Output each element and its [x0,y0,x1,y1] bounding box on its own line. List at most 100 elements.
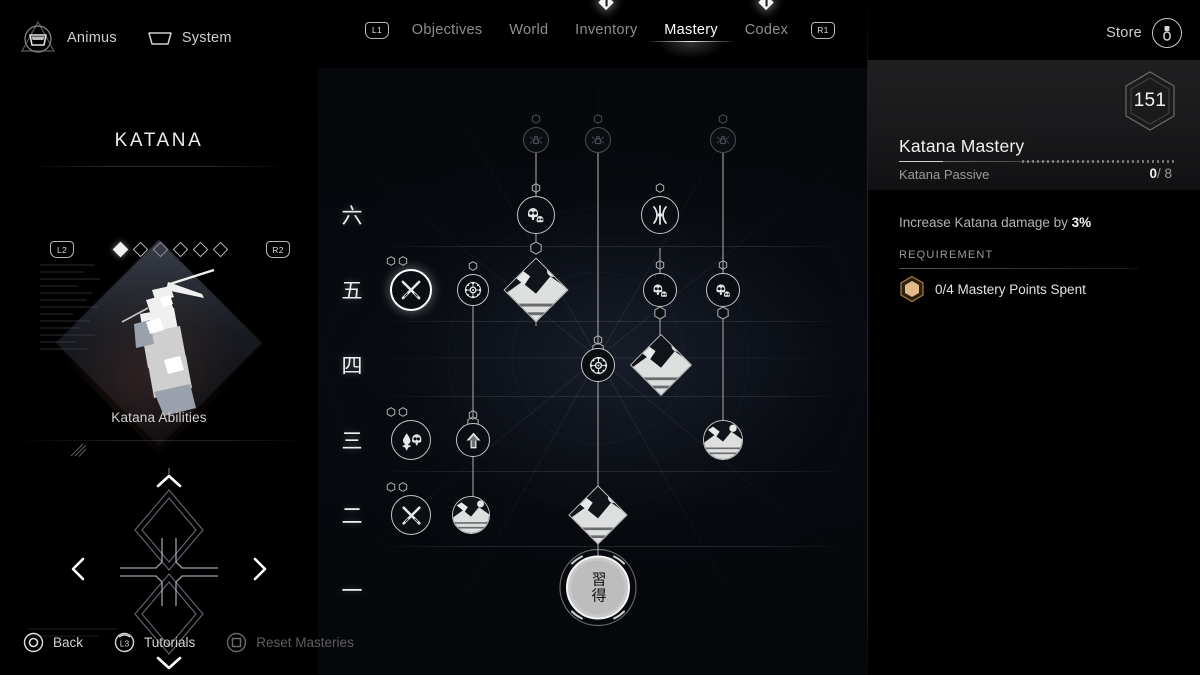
mastery-tree-area[interactable]: 六 五 四 三 二 一 習得 [318,68,868,675]
weapon-title-divider [28,166,290,167]
animus-logo-icon [18,18,58,58]
store-icon[interactable] [1152,18,1182,48]
weapon-title: KATANA [114,130,204,151]
skulls-icon [524,203,548,227]
mastery-node-n-r4-c3[interactable] [643,273,677,307]
prev-weapon-button[interactable] [68,556,88,582]
weapon-hero-art [55,239,263,447]
tab-new-marker-icon [598,0,615,11]
weapon-page-pip-6[interactable] [212,241,228,258]
square-button-icon [225,631,247,653]
animus-menu-item[interactable]: Animus [18,18,117,58]
node-cost-pips [655,257,665,270]
trigger-r2[interactable]: R2 [266,241,290,258]
mastery-node-n-r5-c3[interactable] [641,196,679,234]
node-frame [391,495,431,535]
ability-art-icon [629,333,693,397]
node-frame [568,485,628,545]
cost-hex-icon [386,404,396,417]
node-cost-pips [593,332,603,345]
trigger-l2[interactable]: L2 [50,241,74,258]
mastery-node-n-r6-c3[interactable] [710,127,736,153]
back-action[interactable]: Back [22,631,83,653]
detail-description-value: 3% [1071,215,1092,230]
mastery-root-node[interactable]: 習得 [558,548,638,633]
skulls-icon [713,280,734,301]
tab-inventory-label: Inventory [575,22,638,38]
weapon-page-pip-1[interactable] [112,241,128,258]
samurai-figure-icon [121,268,215,416]
tutorials-action[interactable]: L3 Tutorials [113,631,195,653]
cost-hex-icon [718,111,728,124]
tab-mastery[interactable]: Mastery [646,21,736,58]
root-node-kanji: 習得 [589,571,608,604]
l3-stick-icon: L3 [113,631,135,653]
tab-codex[interactable]: Codex [741,0,792,39]
node-cost-pips [655,180,665,193]
weapon-page-pip-5[interactable] [192,241,208,258]
cost-hex-icon [531,111,541,124]
ability-art-icon [568,485,628,545]
node-frame [629,333,693,397]
bumper-l1[interactable]: L1 [365,21,389,39]
cost-hex-icon [655,180,665,193]
node-frame [706,273,740,307]
poison-skull-icon [399,428,424,453]
node-cost-pips [531,111,541,124]
mastery-node-n-r1-c0[interactable] [391,495,431,535]
node-cost-pips [718,111,728,124]
node-frame [503,257,569,323]
skulls-icon [650,280,671,301]
mastery-node-n-r2-c1[interactable] [456,423,490,457]
mastery-node-n-r5-c1[interactable] [517,196,555,234]
cost-hex-icon [398,479,408,492]
tab-inventory[interactable]: Inventory [571,0,641,39]
tab-world[interactable]: World [505,21,552,39]
cost-hex-icon [468,407,478,420]
ability-art-icon [704,421,742,459]
mastery-node-n-r4-c2[interactable] [503,257,569,323]
crossed-blades-icon [398,277,424,303]
tab-objectives[interactable]: Objectives [408,21,487,39]
node-cost-pips [531,180,541,193]
cost-hex-icon [468,258,478,271]
detail-rank-dots [1022,160,1174,163]
detail-title: Katana Mastery [899,136,1025,156]
next-weapon-button[interactable] [250,556,270,582]
main-tabs[interactable]: L1 Objectives World Inventory Mastery Co… [365,0,835,60]
node-frame [390,269,432,311]
node-frame [710,127,736,153]
reset-masteries-action[interactable]: Reset Masteries [225,631,354,653]
mastery-node-n-r6-c2[interactable] [585,127,611,153]
mastery-points-badge: 151 [1122,70,1178,132]
mastery-node-n-r4-c4[interactable] [706,273,740,307]
system-icon [147,30,173,46]
tab-world-label: World [509,22,549,38]
node-cost-pips [468,258,478,271]
node-frame [517,196,555,234]
cost-hex-icon [398,253,408,266]
bottom-action-bar[interactable]: Back L3 Tutorials Reset Masteries [22,631,354,653]
mastery-node-n-r3-c2[interactable] [581,348,615,382]
mastery-node-n-r4-c0[interactable] [390,269,432,311]
requirement-label: REQUIREMENT [899,249,994,261]
ability-art-icon [503,257,569,323]
detail-rank: 0/ 8 [1149,166,1172,181]
hatch-decor-icon [70,443,86,457]
mastery-node-n-r2-c0[interactable] [391,420,431,460]
padlock-icon [528,132,544,148]
bumper-r1[interactable]: R1 [810,21,835,39]
up-arrow-icon [463,430,484,451]
node-frame [457,274,489,306]
mastery-node-n-r1-c1[interactable] [452,496,490,534]
mastery-points-value: 151 [1133,90,1167,111]
mastery-node-n-r2-c4[interactable] [703,420,743,460]
crossed-blades-icon [399,503,424,528]
mastery-node-n-r6-c1[interactable] [523,127,549,153]
mastery-node-n-r1-c2[interactable] [568,485,628,545]
system-menu-item[interactable]: System [147,30,232,46]
store-menu-item[interactable]: Store [1106,18,1182,48]
mastery-node-n-r3-c3[interactable] [629,333,693,397]
mastery-node-n-r4-c1[interactable] [457,274,489,306]
node-frame [581,348,615,382]
